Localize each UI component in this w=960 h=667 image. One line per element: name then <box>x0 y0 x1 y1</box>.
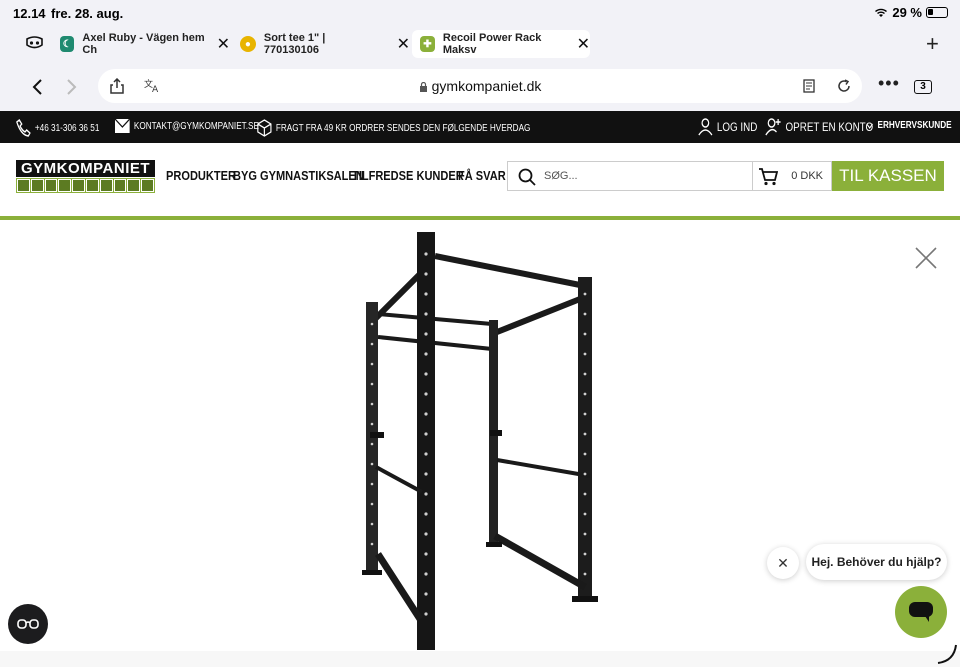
new-tab-icon[interactable]: + <box>926 31 939 57</box>
nav-tilfredse-kunder[interactable]: TILFREDSE KUNDER <box>352 168 464 183</box>
close-tab-icon[interactable]: ✕ <box>217 34 230 54</box>
chat-dismiss-button[interactable]: ✕ <box>767 547 799 579</box>
search-input[interactable]: SØG... <box>507 161 753 191</box>
login-link[interactable]: LOG IND <box>698 118 757 136</box>
favicon-icon: ● <box>240 36 256 52</box>
url-domain-text: gymkompaniet.dk <box>431 78 542 94</box>
site-logo[interactable]: GYMKOMPANIET <box>16 160 155 193</box>
search-placeholder: SØG... <box>544 170 578 182</box>
reading-list-button[interactable] <box>8 604 48 644</box>
email-link[interactable]: KONTAKT@GYMKOMPANIET.SE <box>115 119 259 133</box>
reader-mode-icon[interactable] <box>803 79 815 93</box>
nav-produkter[interactable]: PRODUKTER <box>166 168 236 183</box>
chat-greeting[interactable]: Hej. Behöver du hjälp? <box>806 544 947 580</box>
url-field[interactable]: 文A gymkompaniet.dk <box>98 69 862 103</box>
tab-title: Axel Ruby - Vägen hem Ch <box>82 32 205 56</box>
close-tab-icon[interactable]: ✕ <box>577 34 590 54</box>
logo-wordmark: GYMKOMPANIET <box>16 160 155 177</box>
box-icon <box>257 119 272 137</box>
chat-launcher-button[interactable] <box>895 586 947 638</box>
tab-group-icon[interactable] <box>25 36 44 50</box>
battery-percent: 29 % <box>892 5 922 20</box>
cart-button[interactable]: 0 DKK <box>752 161 832 191</box>
utility-bar: +46 31-306 36 51 KONTAKT@GYMKOMPANIET.SE… <box>0 111 960 143</box>
tab-title: Recoil Power Rack Maksv <box>442 32 542 56</box>
tab-sort-tee[interactable]: ● Sort tee 1" | 770130106 ✕ <box>240 30 410 58</box>
nav-fa-svar[interactable]: FÅ SVAR <box>458 168 506 183</box>
cart-icon <box>759 168 778 186</box>
resize-handle-icon[interactable] <box>936 643 958 665</box>
tab-axel-ruby[interactable]: ☾ Axel Ruby - Vägen hem Ch ✕ <box>60 30 230 58</box>
status-right: 29 % <box>874 5 948 20</box>
phone-icon <box>16 119 31 137</box>
user-icon <box>698 118 713 136</box>
wifi-icon <box>875 8 888 17</box>
favicon-icon: ☾ <box>60 36 75 52</box>
more-icon[interactable]: ••• <box>878 73 900 94</box>
forward-icon[interactable] <box>66 78 78 96</box>
status-bar: 12.14 fre. 28. aug. 29 % <box>0 0 960 26</box>
back-icon[interactable] <box>31 78 43 96</box>
favicon-icon: ✚ <box>420 36 435 52</box>
glasses-icon <box>17 619 39 629</box>
lock-icon <box>419 81 427 92</box>
shipping-info: FRAGT FRA 49 KR ORDRER SENDES DEN FØLGEN… <box>257 119 530 137</box>
nav-byg-gymnastiksalen[interactable]: BYG GYMNASTIKSALEN <box>233 168 364 183</box>
chevron-down-icon <box>866 123 873 129</box>
clock: 12.14 <box>13 6 46 21</box>
tab-bar: ☾ Axel Ruby - Vägen hem Ch ✕ ● Sort tee … <box>0 26 960 62</box>
tab-count-button[interactable]: 3 <box>914 80 932 94</box>
reload-icon[interactable] <box>837 79 851 93</box>
battery-icon <box>926 7 948 18</box>
tab-title: Sort tee 1" | 770130106 <box>263 32 326 56</box>
bottom-edge <box>0 644 960 667</box>
close-lightbox-icon[interactable] <box>913 245 939 271</box>
tab-count: 3 <box>920 81 926 92</box>
tab-recoil-power-rack[interactable]: ✚ Recoil Power Rack Maksv ✕ <box>412 30 590 58</box>
business-dropdown[interactable]: ERHVERVSKUNDE <box>866 120 952 131</box>
address-bar-row: 文A gymkompaniet.dk ••• 3 <box>0 62 960 111</box>
create-account-link[interactable]: OPRET EN KONTO <box>765 118 873 136</box>
search-icon <box>518 168 536 186</box>
mail-icon <box>115 119 130 133</box>
close-icon: ✕ <box>777 554 789 571</box>
product-image-viewer <box>0 224 960 651</box>
url-domain: gymkompaniet.dk <box>98 78 862 94</box>
close-tab-icon[interactable]: ✕ <box>397 34 410 54</box>
checkout-button[interactable]: TIL KASSEN <box>832 161 944 191</box>
logo-icon-strip <box>16 178 155 193</box>
phone-link[interactable]: +46 31-306 36 51 <box>16 119 99 137</box>
site-header: GYMKOMPANIET PRODUKTER BYG GYMNASTIKSALE… <box>0 143 960 220</box>
add-user-icon <box>765 118 781 136</box>
chat-icon <box>909 602 933 622</box>
cart-amount: 0 DKK <box>791 170 823 182</box>
product-image <box>362 232 598 650</box>
date: fre. 28. aug. <box>51 6 124 21</box>
